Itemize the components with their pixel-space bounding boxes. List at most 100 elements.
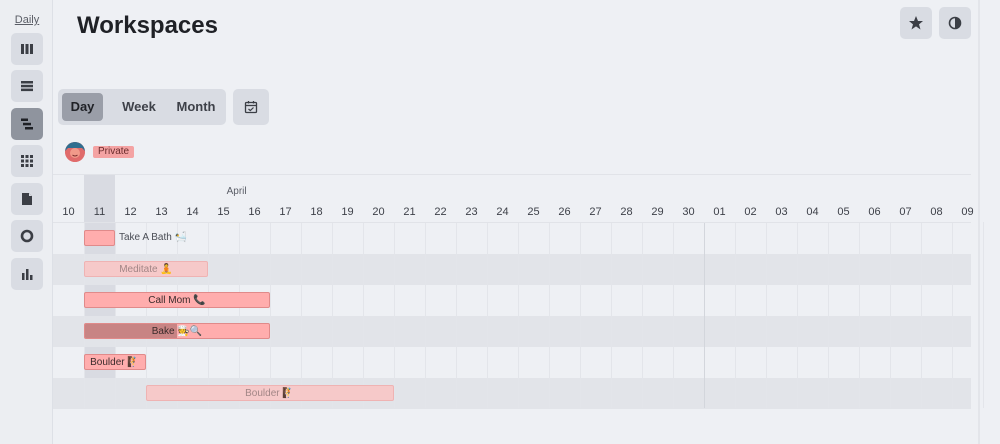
grid-line: [270, 222, 271, 408]
day-label: 30: [682, 206, 695, 218]
day-label: 29: [651, 206, 664, 218]
day-label: 10: [62, 206, 75, 218]
sidebar-item-chart-view[interactable]: [11, 258, 43, 290]
grid-line: [611, 222, 612, 408]
task-label: Take A Bath 🛀: [119, 232, 188, 243]
tab-month[interactable]: Month: [168, 93, 224, 121]
task-label: Meditate 🧘: [119, 264, 173, 275]
day-label: 06: [868, 206, 881, 218]
grid-line: [239, 222, 240, 408]
day-label: 02: [744, 206, 757, 218]
task-bar[interactable]: Boulder 🧗: [84, 354, 146, 370]
timeline-row: [53, 347, 971, 378]
page-title: Workspaces: [77, 12, 218, 39]
grid-line: [115, 222, 116, 408]
day-label: 20: [372, 206, 385, 218]
task-bar[interactable]: Call Mom 📞: [84, 292, 270, 308]
day-label: 23: [465, 206, 478, 218]
day-label: 05: [837, 206, 850, 218]
grid-line: [518, 222, 519, 408]
calendar-button[interactable]: [233, 89, 269, 125]
grid-line: [84, 222, 85, 408]
grid-line: [828, 222, 829, 408]
day-label: 17: [279, 206, 292, 218]
circle-icon: [20, 229, 34, 243]
day-label: 03: [775, 206, 788, 218]
day-label: 19: [341, 206, 354, 218]
sidebar-item-circle-view[interactable]: [11, 220, 43, 252]
grid-line: [301, 222, 302, 408]
favorite-button[interactable]: [900, 7, 932, 39]
timeline-icon: [21, 118, 33, 130]
day-label: 26: [558, 206, 571, 218]
grid-line: [952, 222, 953, 408]
avatar-icon[interactable]: [65, 142, 85, 162]
sidebar: Daily: [0, 0, 53, 444]
grid-line: [766, 222, 767, 408]
grid-line: [332, 222, 333, 408]
contrast-icon: [948, 16, 962, 30]
day-label: 15: [217, 206, 230, 218]
grid-line: [673, 222, 674, 408]
day-label: 18: [310, 206, 323, 218]
timeline-row: [53, 223, 971, 254]
timeline-top-divider: [53, 174, 971, 175]
sidebar-item-document-view[interactable]: [11, 183, 43, 215]
tab-week[interactable]: Week: [110, 93, 168, 121]
day-label: 01: [713, 206, 726, 218]
grid-line: [735, 222, 736, 408]
month-label: April: [226, 186, 247, 197]
day-label: 11: [93, 206, 106, 218]
grid-line: [549, 222, 550, 408]
grid-line: [642, 222, 643, 408]
grid-line: [146, 222, 147, 408]
calendar-icon: [244, 101, 258, 114]
day-label: 07: [899, 206, 912, 218]
day-label: 22: [434, 206, 447, 218]
grid-line: [580, 222, 581, 408]
task-bar[interactable]: Bake 🧑‍🍳🔍: [84, 323, 270, 339]
task-bar[interactable]: [84, 230, 115, 246]
list-icon: [21, 81, 33, 92]
day-label: 04: [806, 206, 819, 218]
document-icon: [22, 193, 32, 205]
theme-toggle-button[interactable]: [939, 7, 971, 39]
task-label: Bake 🧑‍🍳🔍: [151, 326, 203, 337]
star-icon: [909, 16, 923, 30]
day-label: 12: [124, 206, 137, 218]
grid-line: [983, 222, 984, 408]
grid-icon: [21, 155, 33, 167]
task-label: Boulder 🧗: [90, 357, 140, 368]
timeline-header-divider: [53, 222, 971, 223]
grid-line: [704, 222, 705, 408]
grid-line: [890, 222, 891, 408]
bar-chart-icon: [22, 269, 33, 280]
task-label: Boulder 🧗: [245, 388, 295, 399]
sidebar-item-grid-view[interactable]: [11, 145, 43, 177]
grid-line: [394, 222, 395, 408]
day-label: 27: [589, 206, 602, 218]
sidebar-title[interactable]: Daily: [0, 14, 54, 26]
window-edge: [978, 0, 980, 444]
day-label: 21: [403, 206, 416, 218]
day-label: 08: [930, 206, 943, 218]
sidebar-item-board-view[interactable]: [11, 33, 43, 65]
grid-line: [363, 222, 364, 408]
grid-line: [797, 222, 798, 408]
grid-line: [208, 222, 209, 408]
view-switch: Day Week Month: [58, 89, 226, 125]
grid-line: [456, 222, 457, 408]
task-bar[interactable]: Boulder 🧗: [146, 385, 394, 401]
day-label: 28: [620, 206, 633, 218]
columns-icon: [21, 44, 33, 54]
sidebar-item-timeline-view[interactable]: [11, 108, 43, 140]
tab-day[interactable]: Day: [62, 93, 103, 121]
privacy-badge: Private: [93, 146, 135, 158]
task-label: Call Mom 📞: [148, 295, 206, 306]
day-label: 25: [527, 206, 540, 218]
sidebar-item-list-view[interactable]: [11, 70, 43, 102]
grid-line: [859, 222, 860, 408]
day-label: 16: [248, 206, 261, 218]
task-bar[interactable]: Meditate 🧘: [84, 261, 208, 277]
grid-line: [425, 222, 426, 408]
